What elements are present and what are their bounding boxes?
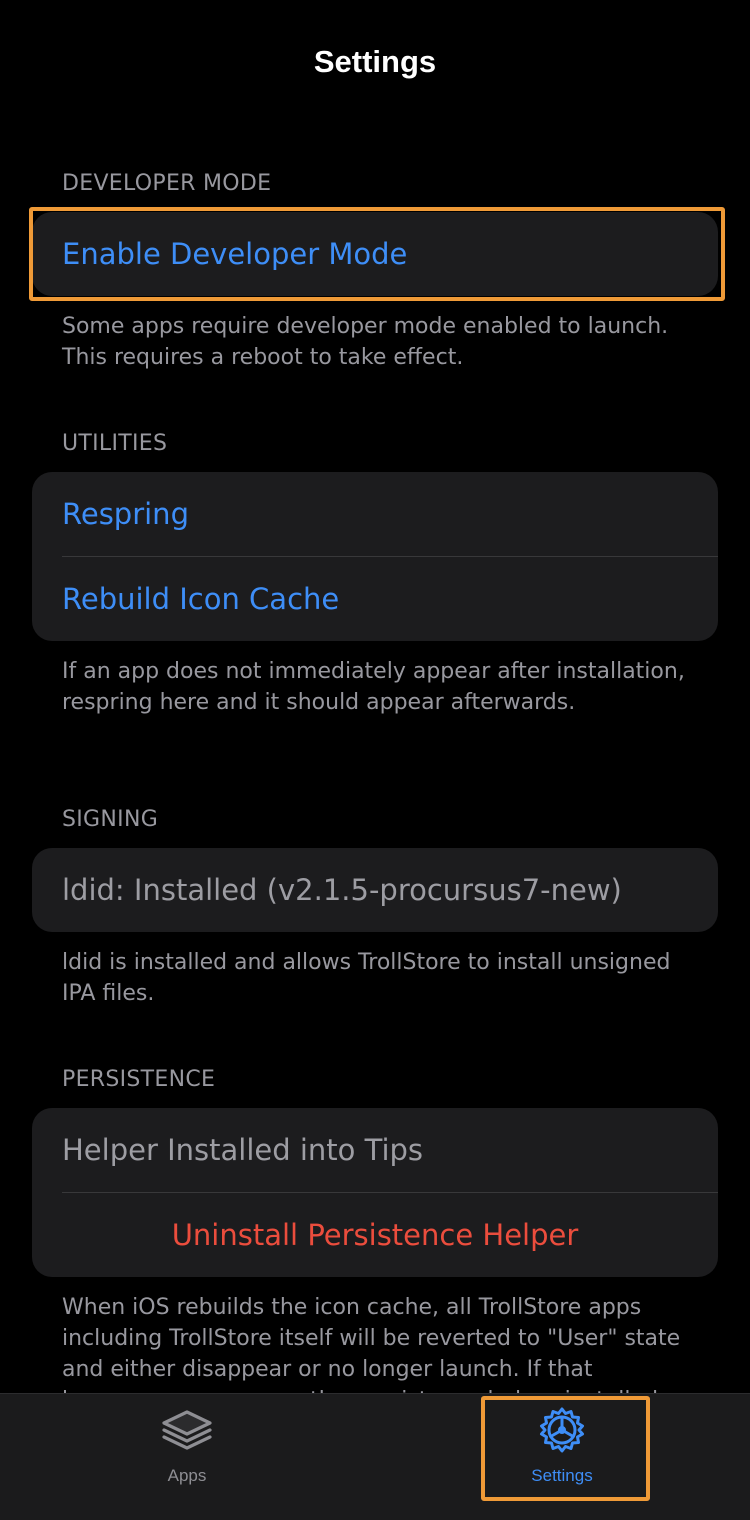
persistence-group: Helper Installed into Tips Uninstall Per…: [32, 1108, 718, 1277]
section-header-developer-mode: DEVELOPER MODE: [62, 171, 272, 196]
tab-apps[interactable]: Apps: [107, 1404, 267, 1494]
rebuild-icon-cache-button[interactable]: Rebuild Icon Cache: [32, 557, 718, 641]
respring-button[interactable]: Respring: [32, 472, 718, 556]
ldid-status-cell: ldid: Installed (v2.1.5-procursus7-new): [62, 873, 622, 907]
helper-status-cell: Helper Installed into Tips: [62, 1133, 424, 1167]
page-title: Settings: [313, 44, 437, 79]
section-header-utilities: UTILITIES: [62, 431, 168, 456]
tab-apps-label: Apps: [167, 1466, 207, 1485]
developer-mode-footer: Some apps require developer mode enabled…: [62, 314, 669, 370]
uninstall-persistence-helper-button[interactable]: Uninstall Persistence Helper: [32, 1193, 718, 1277]
gear-icon: [540, 1407, 584, 1453]
developer-mode-group: Enable Developer Mode: [32, 212, 718, 296]
tab-bar: Apps Settings: [0, 1393, 750, 1520]
tab-settings[interactable]: Settings: [482, 1404, 642, 1494]
signing-group: ldid: Installed (v2.1.5-procursus7-new): [32, 848, 718, 932]
stack-icon: [162, 1410, 212, 1450]
enable-developer-mode-button[interactable]: Enable Developer Mode: [32, 212, 718, 296]
utilities-footer: If an app does not immediately appear af…: [62, 659, 685, 715]
persistence-footer: When iOS rebuilds the icon cache, all Tr…: [62, 1295, 681, 1393]
settings-scroll-view[interactable]: Settings DEVELOPER MODE Enable Developer…: [0, 0, 750, 1393]
signing-footer: ldid is installed and allows TrollStore …: [62, 950, 671, 1006]
section-header-signing: SIGNING: [62, 807, 159, 832]
section-header-persistence: PERSISTENCE: [62, 1067, 216, 1092]
tab-settings-label: Settings: [531, 1466, 593, 1485]
utilities-group: Respring Rebuild Icon Cache: [32, 472, 718, 641]
